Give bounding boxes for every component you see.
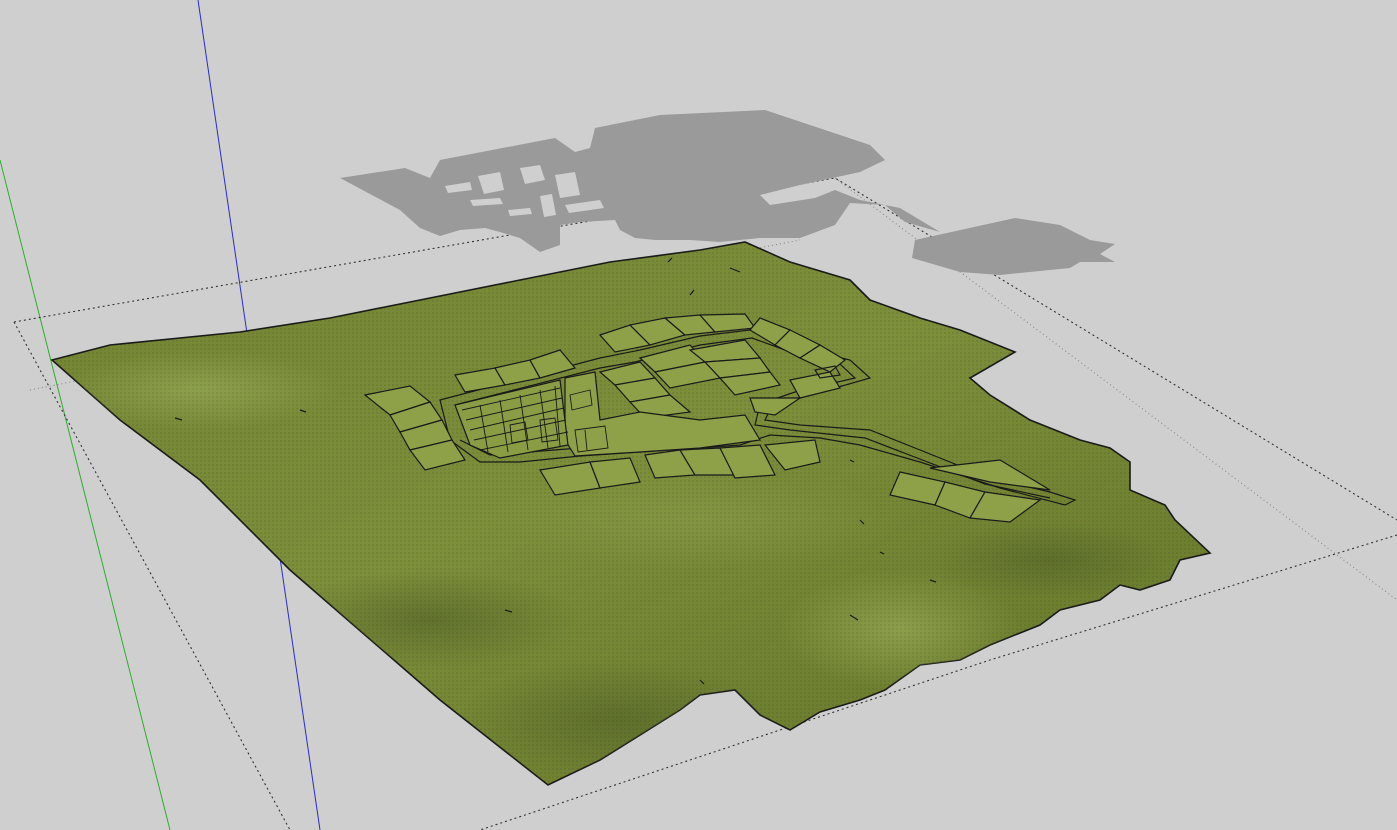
scene-canvas[interactable]: [0, 0, 1397, 830]
model-viewport[interactable]: [0, 0, 1397, 830]
green-axis: [0, 159, 171, 830]
